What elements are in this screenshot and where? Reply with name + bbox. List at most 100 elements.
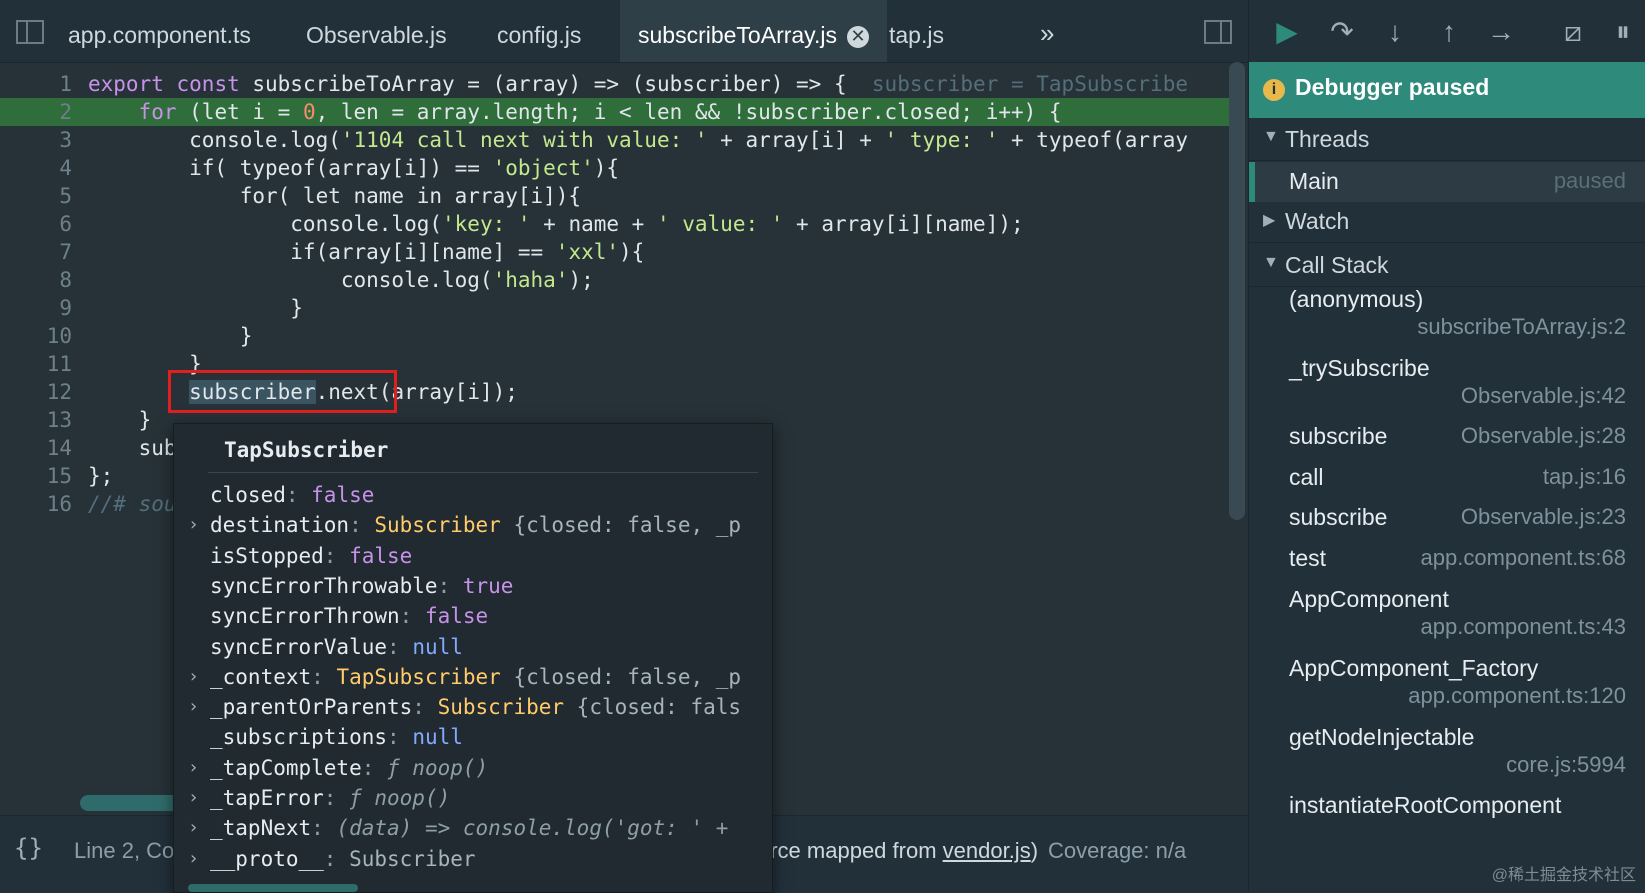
expand-arrow-icon[interactable]: › xyxy=(188,662,199,692)
step-out-icon[interactable]: ↑ xyxy=(1431,14,1467,50)
property-colon: : xyxy=(387,725,413,750)
expand-arrow-icon[interactable]: › xyxy=(188,510,199,540)
code-line[interactable]: 8 console.log('haha'); xyxy=(0,266,1230,294)
property-row[interactable]: closed: false xyxy=(174,480,759,510)
property-entry: syncErrorThrown: false xyxy=(210,601,488,631)
collapsed-triangle-icon: ▶ xyxy=(1263,212,1276,229)
property-row[interactable]: › _context: TapSubscriber {closed: false,… xyxy=(174,662,759,692)
property-name: _parentOrParents xyxy=(210,695,413,720)
source-map-info: urce mapped from vendor.js) Coverage: n/a xyxy=(758,838,1187,863)
editor-vertical-scrollbar[interactable] xyxy=(1229,62,1245,520)
property-name: syncErrorThrowable xyxy=(210,573,438,598)
code-line[interactable]: 7 if(array[i][name] == 'xxl'){ xyxy=(0,238,1230,266)
property-value: true xyxy=(462,573,514,598)
toggle-debugger-icon[interactable] xyxy=(1204,20,1232,44)
code-line[interactable]: 10 } xyxy=(0,322,1230,350)
pretty-print-icon[interactable]: {} xyxy=(14,834,43,862)
call-stack-frame[interactable]: test app.component.ts:68 xyxy=(1249,545,1645,585)
property-name: syncErrorThrown xyxy=(210,604,400,629)
property-name: syncErrorValue xyxy=(210,634,388,659)
property-row[interactable]: syncErrorValue: null xyxy=(174,632,759,662)
property-name: _tapError xyxy=(210,786,324,810)
code-line[interactable]: 6 console.log('key: ' + name + ' value: … xyxy=(0,210,1230,238)
source-map-link[interactable]: vendor.js xyxy=(943,838,1031,863)
call-stack-frame[interactable]: _trySubscribe Observable.js:42 xyxy=(1249,355,1645,421)
step-over-icon[interactable]: ↷ xyxy=(1324,14,1360,50)
code-line[interactable]: 9 } xyxy=(0,294,1230,322)
property-colon: : xyxy=(349,513,375,538)
property-row[interactable]: isStopped: false xyxy=(174,541,759,571)
property-colon: : xyxy=(311,664,337,689)
expand-arrow-icon[interactable]: › xyxy=(188,692,199,722)
frame-function-name: call xyxy=(1289,464,1324,490)
call-stack-frame[interactable]: getNodeInjectable core.js:5994 xyxy=(1249,724,1645,790)
property-row[interactable]: syncErrorThrown: false xyxy=(174,601,759,631)
more-tabs-icon[interactable]: » xyxy=(1040,18,1054,49)
call-stack-frame[interactable]: instantiateRootComponent xyxy=(1249,792,1645,832)
property-row[interactable]: › destination: Subscriber {closed: false,… xyxy=(174,510,759,540)
code-line[interactable]: 4 if( typeof(array[i]) == 'object'){ xyxy=(0,154,1230,182)
callstack-section-header[interactable]: ▼ Call Stack xyxy=(1249,246,1645,287)
call-stack-frame[interactable]: (anonymous) subscribeToArray.js:2 xyxy=(1249,286,1645,352)
call-stack-frame[interactable]: call tap.js:16 xyxy=(1249,464,1645,504)
property-name: __proto__ xyxy=(210,846,324,871)
code-line[interactable]: 1 export const subscribeToArray = (array)… xyxy=(0,70,1230,98)
expand-arrow-icon[interactable]: › xyxy=(188,783,199,813)
banner-text: Debugger paused xyxy=(1295,74,1490,100)
property-preview: {closed: fals xyxy=(564,695,742,720)
tab-observable[interactable]: Observable.js xyxy=(306,0,447,62)
property-row[interactable]: › _tapComplete: ƒ noop() xyxy=(174,753,759,783)
editor-horizontal-scrollbar[interactable] xyxy=(80,795,180,811)
property-row[interactable]: › _tapNext: (data) => console.log('got: '… xyxy=(174,813,759,843)
paused-line[interactable]: 2 for (let i = 0, len = array.length; i … xyxy=(0,98,1230,126)
thread-item-main[interactable]: Main paused xyxy=(1249,162,1645,202)
property-entry: destination: Subscriber {closed: false, … xyxy=(210,510,741,540)
frame-location: app.component.ts:120 xyxy=(1408,683,1626,708)
frame-function-name: instantiateRootComponent xyxy=(1289,792,1562,818)
property-value: TapSubscriber xyxy=(336,664,501,689)
expand-arrow-icon[interactable]: › xyxy=(188,753,199,783)
property-row[interactable]: › __proto__: Subscriber xyxy=(174,844,759,874)
call-stack-frame[interactable]: AppComponent app.component.ts:43 xyxy=(1249,586,1645,652)
tab-subscribe-to-array[interactable]: subscribeToArray.js ✕ xyxy=(620,0,887,62)
tab-config[interactable]: config.js xyxy=(497,0,581,62)
property-row[interactable]: _subscriptions: null xyxy=(174,722,759,752)
code-line[interactable]: 3 console.log('1104 call next with value… xyxy=(0,126,1230,154)
code-line[interactable]: 5 for( let name in array[i]){ xyxy=(0,182,1230,210)
property-entry: isStopped: false xyxy=(210,541,412,571)
deactivate-breakpoints-icon[interactable]: ⧄ xyxy=(1555,14,1591,50)
property-colon: : xyxy=(323,786,350,810)
frame-location: tap.js:16 xyxy=(1542,464,1626,489)
close-tab-icon[interactable]: ✕ xyxy=(846,25,869,48)
expand-arrow-icon[interactable]: › xyxy=(188,813,199,843)
property-value: Subscriber xyxy=(437,695,565,720)
frame-function-name: test xyxy=(1289,545,1327,571)
property-colon: : xyxy=(437,573,463,598)
popover-type-title: TapSubscriber xyxy=(224,438,389,462)
watch-section-header[interactable]: ▶ Watch xyxy=(1249,202,1645,243)
property-name: _tapNext xyxy=(210,816,312,841)
resume-icon[interactable]: ▶ xyxy=(1269,14,1305,50)
property-value: false xyxy=(311,483,375,507)
property-name: isStopped xyxy=(210,543,324,568)
property-row[interactable]: › _parentOrParents: Subscriber {closed: f… xyxy=(174,692,759,722)
property-value: ƒ noop() xyxy=(387,755,489,780)
call-stack-frame[interactable]: AppComponent_Factory app.component.ts:120 xyxy=(1249,655,1645,721)
pause-on-exceptions-icon[interactable]: ⏸ xyxy=(1605,14,1641,50)
property-row[interactable]: › _tapError: ƒ noop() xyxy=(174,783,759,813)
frame-function-name: _trySubscribe xyxy=(1289,355,1430,381)
property-row[interactable]: syncErrorThrowable: true xyxy=(174,571,759,601)
step-in-icon[interactable]: ↓ xyxy=(1377,14,1413,50)
variable-preview-popover: TapSubscriber closed: false › destination:… xyxy=(173,423,773,893)
call-stack-frame[interactable]: subscribe Observable.js:28 xyxy=(1249,423,1645,463)
frame-location: Observable.js:28 xyxy=(1460,423,1626,448)
threads-section-header[interactable]: ▼ Threads xyxy=(1249,120,1645,161)
toggle-sidebar-icon[interactable] xyxy=(16,20,44,44)
frame-function-name: AppComponent_Factory xyxy=(1289,655,1539,681)
step-icon[interactable]: → xyxy=(1483,14,1519,50)
expand-arrow-icon[interactable]: › xyxy=(188,844,199,874)
property-colon: : xyxy=(412,695,438,720)
call-stack-frame[interactable]: subscribe Observable.js:23 xyxy=(1249,504,1645,544)
tab-tap[interactable]: tap.js xyxy=(889,0,944,62)
tab-app-component[interactable]: app.component.ts xyxy=(68,0,251,62)
